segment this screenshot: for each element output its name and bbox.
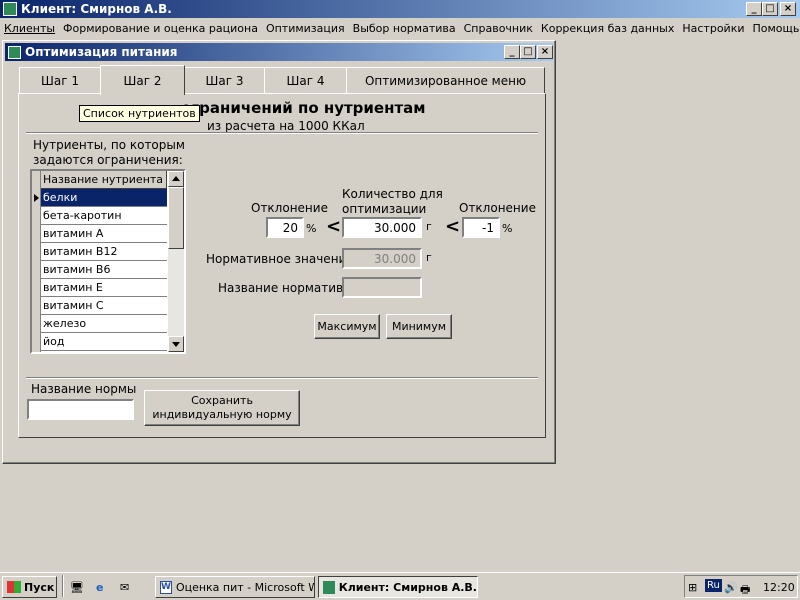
scroll-down-button[interactable] — [168, 336, 184, 352]
save-norm-button[interactable]: Сохранить индивидуальную норму — [144, 390, 300, 426]
normative-value-field: 30.000 — [342, 248, 422, 269]
nutrients-caption: Нутриенты, по которым задаются ограничен… — [33, 138, 185, 167]
child-minimize-button[interactable]: _ — [504, 45, 520, 59]
menu-diet-forming[interactable]: Формирование и оценка рациона — [59, 22, 262, 35]
quantity-label: Количество для оптимизации — [342, 187, 443, 216]
nutrients-grid: Название нутриента белки бета-каротин ви… — [30, 169, 186, 354]
quicklaunch-separator — [62, 575, 64, 597]
menu-settings[interactable]: Настройки — [678, 22, 748, 35]
child-maximize-button[interactable]: □ — [520, 45, 536, 59]
main-window-title: Клиент: Смирнов А.В. — [21, 2, 172, 16]
task-client-window[interactable]: Клиент: Смирнов А.В. — [318, 576, 478, 598]
printer-icon[interactable]: 🖶 — [740, 581, 750, 600]
scroll-up-button[interactable] — [168, 171, 184, 187]
nutrient-row[interactable]: йод — [41, 333, 167, 351]
client-app-icon — [323, 580, 335, 594]
clock: 12:20 — [763, 581, 795, 594]
normative-name-label: Название норматива — [218, 281, 351, 295]
section-subheading: из расчета на 1000 ККал — [207, 119, 365, 133]
percent-left-label: % — [306, 222, 317, 235]
tab-step-4[interactable]: Шаг 4 — [264, 67, 347, 93]
quantity-input[interactable]: 30.000 — [342, 217, 422, 238]
normative-name-field — [342, 277, 422, 298]
section-heading: ограничений по нутриентам — [181, 99, 426, 117]
maximum-button[interactable]: Максимум — [314, 314, 380, 339]
menu-help[interactable]: Помощь — [749, 22, 800, 35]
menu-optimization[interactable]: Оптимизация — [262, 22, 349, 35]
grid-row-indicator — [34, 194, 39, 202]
minimize-button[interactable]: _ — [746, 2, 762, 16]
normative-value-label: Нормативное значение — [206, 252, 354, 266]
nutrient-row[interactable]: витамин А — [41, 225, 167, 243]
grid-scrollbar[interactable] — [168, 171, 184, 352]
menu-normative-select[interactable]: Выбор норматива — [349, 22, 460, 35]
menu-db-correction[interactable]: Коррекция баз данных — [537, 22, 678, 35]
show-desktop-icon[interactable]: 🖥 — [70, 581, 84, 594]
task-word-document[interactable]: W Оценка пит - Microsoft W... — [155, 576, 315, 598]
child-app-icon — [8, 45, 21, 59]
minimum-button[interactable]: Минимум — [386, 314, 452, 339]
separator-bottom — [26, 377, 538, 379]
ie-browser-icon[interactable]: e — [96, 581, 103, 594]
grid-column-header[interactable]: Название нутриента — [41, 171, 167, 189]
deviation-right-label: Отклонение — [459, 201, 536, 215]
network-icon[interactable]: ⊞ — [688, 581, 697, 594]
child-title-bar[interactable]: Оптимизация питания _ □ × — [5, 43, 553, 61]
unit-g-label: г — [426, 220, 432, 233]
main-title-bar[interactable]: Клиент: Смирнов А.В. _ □ × — [0, 0, 800, 18]
deviation-left-label: Отклонение — [251, 201, 328, 215]
norm-name-input[interactable] — [27, 399, 134, 420]
deviation-left-input[interactable]: 20 — [266, 217, 304, 238]
child-window-title: Оптимизация питания — [25, 45, 178, 59]
menu-clients[interactable]: Клиенты — [0, 22, 59, 35]
windows-logo-icon — [7, 581, 21, 593]
word-icon: W — [160, 580, 172, 594]
nutrient-row[interactable]: витамин Е — [41, 279, 167, 297]
nutrient-row[interactable]: витамин В6 — [41, 261, 167, 279]
less-than-right: < — [445, 216, 461, 237]
nutrient-row[interactable]: бета-каротин — [41, 207, 167, 225]
nutrient-row[interactable]: витамин В12 — [41, 243, 167, 261]
nutrient-row[interactable]: белки — [41, 189, 167, 207]
less-than-left: < — [326, 216, 342, 237]
close-button[interactable]: × — [780, 2, 796, 16]
start-button[interactable]: Пуск — [2, 576, 57, 598]
menu-bar: Клиенты Формирование и оценка рациона Оп… — [0, 18, 800, 38]
menu-reference[interactable]: Справочник — [460, 22, 537, 35]
tab-optimized-menu[interactable]: Оптимизированное меню — [346, 67, 545, 93]
nutrient-row[interactable]: железо — [41, 315, 167, 333]
percent-right-label: % — [502, 222, 513, 235]
tab-step-2[interactable]: Шаг 2 — [100, 65, 185, 95]
separator-top — [26, 132, 538, 134]
volume-icon[interactable]: 🔊 — [724, 581, 738, 594]
tab-step-1[interactable]: Шаг 1 — [19, 67, 101, 93]
unit-g-normative-label: г — [426, 251, 432, 264]
app-icon — [3, 2, 17, 16]
child-close-button[interactable]: × — [537, 45, 553, 59]
language-indicator[interactable]: Ru — [705, 579, 722, 592]
norm-name-label: Название нормы — [31, 382, 137, 396]
deviation-right-input[interactable]: -1 — [462, 217, 500, 238]
scroll-thumb[interactable] — [168, 187, 184, 249]
maximize-button[interactable]: □ — [762, 2, 778, 16]
tooltip: Список нутриентов — [79, 105, 200, 122]
outlook-express-icon[interactable]: ✉ — [120, 581, 129, 594]
tab-step-3[interactable]: Шаг 3 — [184, 67, 265, 93]
nutrient-row[interactable]: витамин С — [41, 297, 167, 315]
